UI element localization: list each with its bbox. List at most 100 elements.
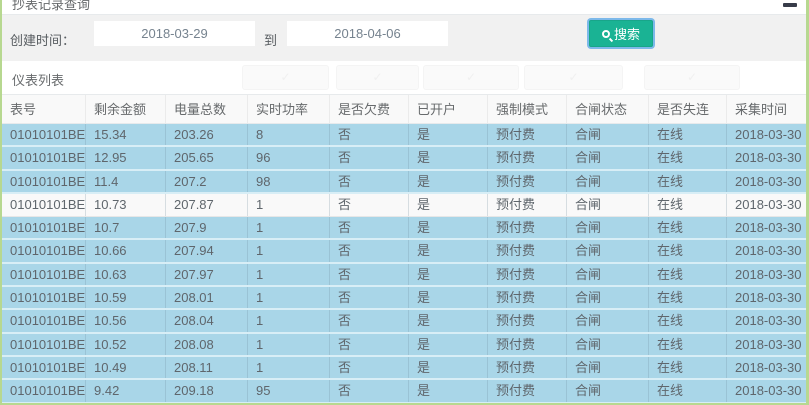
table-cell: 是 [408, 240, 487, 261]
table-cell: 2018-03-30 15:1 [726, 334, 806, 355]
table-row[interactable]: 01010101BE10.73207.871否是预付费合闸在线2018-03-3… [2, 194, 806, 217]
table-cell: 10.59 [85, 287, 165, 308]
table-cell: 1 [247, 194, 329, 216]
table-cell: 205.65 [165, 147, 247, 168]
table-cell: 是 [408, 217, 487, 238]
table-cell: 1 [247, 310, 329, 331]
table-cell: 在线 [648, 147, 726, 168]
table-cell: 11.4 [85, 171, 165, 192]
table-cell: 2018-03-30 15:1 [726, 217, 806, 238]
table-row[interactable]: 01010101BE10.52208.081否是预付费合闸在线2018-03-3… [2, 334, 806, 357]
table-cell: 12.95 [85, 147, 165, 168]
table-cell: 是 [408, 380, 487, 401]
table-cell: 合闸 [566, 264, 648, 285]
table-cell: 预付费 [487, 264, 566, 285]
table-cell: 96 [247, 147, 329, 168]
table-row[interactable]: 01010101BE12.95205.6596否是预付费合闸在线2018-03-… [2, 147, 806, 170]
table-cell: 208.08 [165, 334, 247, 355]
table-cell: 209.18 [165, 380, 247, 401]
start-date-input[interactable] [93, 20, 256, 47]
ghost-button: ✓ [423, 65, 519, 90]
table-cell: 207.97 [165, 264, 247, 285]
table-cell: 1 [247, 287, 329, 308]
table-cell: 否 [329, 171, 408, 192]
table-cell: 207.94 [165, 240, 247, 261]
table-cell: 预付费 [487, 147, 566, 168]
table-cell: 10.49 [85, 357, 165, 378]
table-cell: 是 [408, 124, 487, 145]
table-cell: 01010101BE [2, 124, 85, 145]
table-row[interactable]: 01010101BE9.42209.1895否是预付费合闸在线2018-03-3… [2, 380, 806, 403]
table-cell: 208.01 [165, 287, 247, 308]
table-cell: 01010101BE [2, 287, 85, 308]
table-cell: 合闸 [566, 194, 648, 216]
table-cell: 207.9 [165, 217, 247, 238]
table-cell: 是 [408, 334, 487, 355]
table-cell: 预付费 [487, 124, 566, 145]
table-cell: 01010101BE [2, 264, 85, 285]
table-cell: 10.52 [85, 334, 165, 355]
table-cell: 2018-03-30 15:1 [726, 287, 806, 308]
table-cell: 在线 [648, 124, 726, 145]
table-cell: 在线 [648, 240, 726, 261]
table-cell: 预付费 [487, 171, 566, 192]
table-cell: 是 [408, 194, 487, 216]
filter-bar: 创建时间： 到 搜索 [2, 15, 806, 61]
table-row[interactable]: 01010101BE10.66207.941否是预付费合闸在线2018-03-3… [2, 240, 806, 263]
table-row[interactable]: 01010101BE10.56208.041否是预付费合闸在线2018-03-3… [2, 310, 806, 333]
column-header: 电量总数 [165, 95, 247, 123]
table-cell: 10.7 [85, 217, 165, 238]
table-row[interactable]: 01010101BE10.49208.111否是预付费合闸在线2018-03-3… [2, 357, 806, 380]
table-cell: 是 [408, 357, 487, 378]
table-cell: 2018-03-30 15:1 [726, 264, 806, 285]
table-cell: 2018-03-30 15:1 [726, 310, 806, 331]
table-cell: 否 [329, 357, 408, 378]
table-cell: 2018-03-30 15:1 [726, 171, 806, 192]
table-cell: 2018-03-30 15:1 [726, 240, 806, 261]
page-title: 抄表记录查询 [12, 0, 90, 13]
table-row[interactable]: 01010101BE11.4207.298否是预付费合闸在线2018-03-30… [2, 171, 806, 194]
table-row[interactable]: 01010101BE10.7207.91否是预付费合闸在线2018-03-30 … [2, 217, 806, 240]
search-button[interactable]: 搜索 [589, 20, 653, 47]
section-title: 仪表列表 [12, 70, 64, 89]
table-cell: 合闸 [566, 357, 648, 378]
table-cell: 预付费 [487, 287, 566, 308]
table-row[interactable]: 01010101BE10.59208.011否是预付费合闸在线2018-03-3… [2, 287, 806, 310]
table-cell: 208.11 [165, 357, 247, 378]
table-cell: 预付费 [487, 194, 566, 216]
table-cell: 否 [329, 264, 408, 285]
created-time-label: 创建时间： [10, 30, 75, 49]
table-cell: 合闸 [566, 217, 648, 238]
end-date-input[interactable] [286, 20, 449, 47]
table-cell: 在线 [648, 287, 726, 308]
table-cell: 10.73 [85, 194, 165, 216]
table-cell: 是 [408, 147, 487, 168]
search-icon [602, 30, 610, 38]
table-row[interactable]: 01010101BE10.63207.971否是预付费合闸在线2018-03-3… [2, 264, 806, 287]
table-cell: 是 [408, 264, 487, 285]
table-cell: 2018-03-30 15:1 [726, 357, 806, 378]
table-cell: 2018-03-30 15:1 [726, 380, 806, 401]
table-cell: 合闸 [566, 334, 648, 355]
panel-title-bar: 抄表记录查询 [2, 0, 806, 15]
query-panel: 抄表记录查询 创建时间： 到 搜索 仪表列表 ✓ ✓ ✓ ✓ ✓ 表号剩余金额电… [2, 0, 806, 403]
search-button-label: 搜索 [614, 24, 640, 43]
table-cell: 预付费 [487, 380, 566, 401]
table-cell: 否 [329, 124, 408, 145]
column-header: 表号 [2, 95, 85, 123]
table-cell: 95 [247, 380, 329, 401]
minimize-icon[interactable] [783, 3, 797, 7]
table-cell: 207.87 [165, 194, 247, 216]
table-cell: 8 [247, 124, 329, 145]
table-cell: 否 [329, 380, 408, 401]
section-bar: 仪表列表 ✓ ✓ ✓ ✓ ✓ [2, 61, 806, 94]
table-cell: 是 [408, 171, 487, 192]
table-cell: 10.66 [85, 240, 165, 261]
table-cell: 01010101BE [2, 171, 85, 192]
column-header: 剩余金额 [85, 95, 165, 123]
ghost-button: ✓ [524, 65, 623, 90]
table-cell: 在线 [648, 310, 726, 331]
table-cell: 否 [329, 334, 408, 355]
table-row[interactable]: 01010101BE15.34203.268否是预付费合闸在线2018-03-3… [2, 124, 806, 147]
table-cell: 01010101BE [2, 380, 85, 401]
